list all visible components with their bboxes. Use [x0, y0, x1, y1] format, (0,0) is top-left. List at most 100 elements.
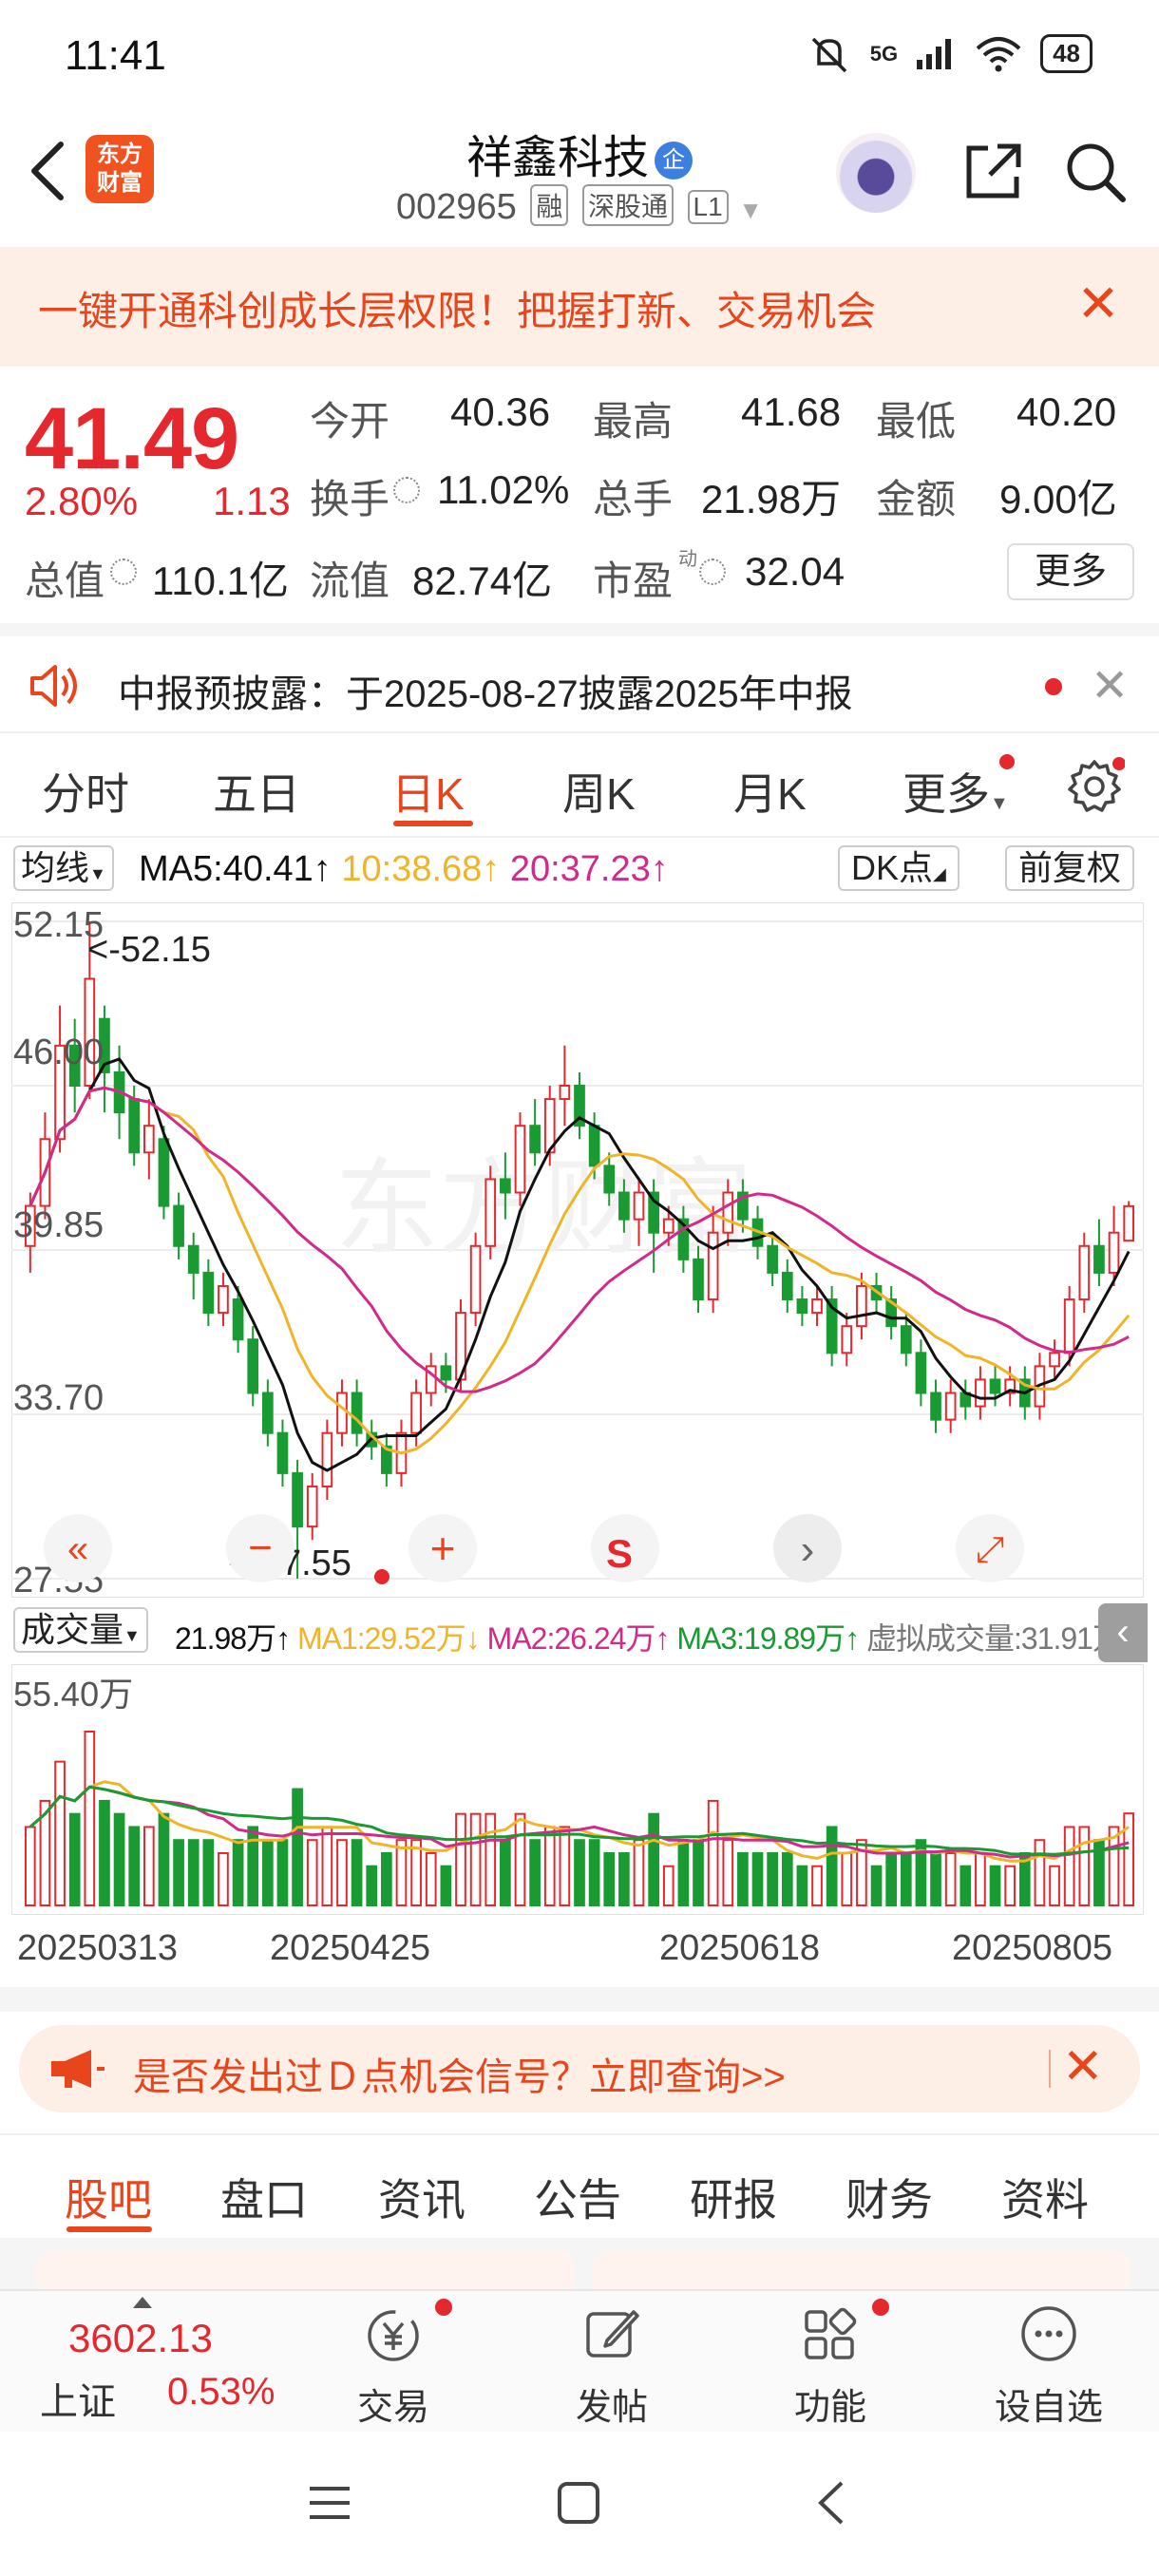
- index-name: 上证: [40, 2381, 116, 2423]
- volume-bar: [158, 1812, 170, 1906]
- candle-body: [781, 1271, 793, 1301]
- info-icon[interactable]: [393, 477, 420, 503]
- volume-bar: [484, 1812, 497, 1906]
- candle-body: [1123, 1204, 1135, 1242]
- kline-chart[interactable]: 东方财富 52.15 46.00 39.85 33.70 27.55 <-52.…: [11, 902, 1144, 1598]
- tab-daily-k[interactable]: 日K: [391, 760, 465, 823]
- tab-announcements[interactable]: 公告: [534, 2166, 621, 2228]
- more-button[interactable]: 更多: [1007, 543, 1134, 600]
- volume-bar: [142, 1826, 155, 1906]
- assistant-robot-icon[interactable]: [836, 133, 916, 213]
- volume-bar: [173, 1839, 184, 1906]
- volume-bar: [1034, 1839, 1046, 1906]
- share-icon[interactable]: [960, 139, 1026, 205]
- candle-body: [693, 1258, 704, 1301]
- volume-selector-label: 成交量: [21, 1610, 124, 1649]
- volume-value: 21.98万: [701, 477, 842, 521]
- tab-intraday[interactable]: 分时: [42, 760, 129, 823]
- volume-bar: [588, 1839, 600, 1906]
- tab-more[interactable]: 更多▼: [902, 760, 1009, 823]
- edit-icon: [586, 2310, 639, 2358]
- ma-selector[interactable]: 均线▼: [13, 845, 114, 891]
- promo-banner[interactable]: 一键开通科创成长层权限！把握打新、交易机会 ✕: [0, 247, 1159, 367]
- search-icon[interactable]: [1062, 139, 1129, 205]
- close-icon[interactable]: ✕: [1062, 2038, 1104, 2095]
- candle-body: [261, 1392, 274, 1434]
- gear-icon[interactable]: [1064, 756, 1125, 817]
- dpoint-banner[interactable]: 是否发出过Ｄ点机会信号？立即查询>> ✕: [19, 2025, 1140, 2112]
- volume-bar: [707, 1799, 719, 1906]
- volume-bar: [975, 1851, 986, 1906]
- volume-max-label: 55.40万: [13, 1675, 133, 1714]
- back-nav-icon[interactable]: [808, 2479, 855, 2527]
- nav-add-watchlist[interactable]: 设自选: [973, 2301, 1125, 2430]
- chevron-down-icon: ▼: [124, 1626, 141, 1645]
- volume-bar: [202, 1839, 215, 1906]
- info-icon[interactable]: [110, 559, 137, 585]
- candle-body: [410, 1392, 422, 1434]
- notice-bar[interactable]: 中报预披露：于2025-08-27披露2025年中报 ✕: [0, 623, 1159, 733]
- menu-icon[interactable]: [306, 2479, 353, 2527]
- tag-connect: 深股通: [581, 184, 674, 226]
- candle-body: [930, 1392, 941, 1421]
- chevron-down-icon[interactable]: ▼: [738, 196, 763, 224]
- tab-five-day[interactable]: 五日: [213, 760, 300, 823]
- tab-monthly-k[interactable]: 月K: [733, 760, 807, 823]
- candle-body: [944, 1392, 957, 1421]
- volume-bar: [425, 1851, 437, 1906]
- volume-chart[interactable]: 55.40万: [11, 1664, 1144, 1915]
- float-label: 流值: [310, 559, 390, 603]
- tab-profile[interactable]: 资料: [1001, 2166, 1089, 2228]
- volume-bar: [559, 1826, 571, 1906]
- volume-bar: [99, 1799, 110, 1906]
- mktcap-value: 110.1亿: [152, 559, 289, 603]
- candle-body: [900, 1325, 912, 1354]
- volume-label: 总手: [593, 477, 674, 521]
- collapse-icon[interactable]: ‹: [1098, 1603, 1148, 1662]
- candle-body: [662, 1218, 674, 1234]
- candle-body: [306, 1485, 318, 1528]
- more-circle-icon: [1021, 2306, 1076, 2361]
- status-bar: 11:41 5G 48: [0, 0, 1159, 114]
- ma20-value: 20:37.23↑: [509, 849, 669, 889]
- volume-bar: [24, 1826, 36, 1906]
- volume-bar: [218, 1851, 229, 1906]
- dk-point-button[interactable]: DK点◢: [838, 845, 960, 891]
- volume-bar: [54, 1760, 66, 1906]
- adjust-button[interactable]: 前复权: [1005, 845, 1135, 891]
- home-icon[interactable]: [555, 2479, 602, 2527]
- tab-pankou[interactable]: 盘口: [220, 2166, 308, 2228]
- ma-selector-label: 均线: [21, 848, 90, 887]
- close-icon[interactable]: ✕: [1070, 275, 1127, 332]
- tab-research[interactable]: 研报: [690, 2166, 777, 2228]
- index-value[interactable]: 3602.13: [68, 2316, 213, 2361]
- info-icon[interactable]: [699, 559, 726, 585]
- volume-indicator-selector[interactable]: 成交量▼: [13, 1607, 148, 1653]
- tab-guba[interactable]: 股吧: [65, 2166, 152, 2228]
- tab-weekly-k[interactable]: 周K: [562, 760, 636, 823]
- virtual-volume: 虚拟成交量:31.91万: [866, 1621, 1123, 1656]
- volume-values: 21.98万↑ MA1:29.52万↓ MA2:26.24万↑ MA3:19.8…: [175, 1615, 1123, 1658]
- status-icons: 5G 48: [806, 34, 1092, 73]
- candle-body: [1049, 1352, 1060, 1368]
- zoom-in-glyph: +: [430, 1524, 456, 1573]
- volume-bar: [796, 1865, 808, 1906]
- volume-current: 21.98万↑: [175, 1621, 291, 1656]
- tab-news[interactable]: 资讯: [378, 2166, 466, 2228]
- nav-functions[interactable]: 功能: [754, 2301, 906, 2430]
- tab-finance[interactable]: 财务: [846, 2166, 933, 2228]
- open-value: 40.36: [450, 389, 551, 434]
- bottom-nav: 3602.13 上证 0.53% 交易 发帖 功能 设自选: [0, 2289, 1159, 2432]
- volume-bar: [1078, 1826, 1091, 1906]
- volume-bar: [514, 1812, 526, 1906]
- close-icon[interactable]: ✕: [1091, 659, 1129, 712]
- high-label: 最高: [593, 399, 674, 444]
- status-time: 11:41: [65, 32, 166, 79]
- candle-body: [796, 1298, 808, 1315]
- volume-bar: [84, 1731, 96, 1906]
- unread-dot: [872, 2299, 889, 2316]
- tab-more-label: 更多: [902, 769, 990, 819]
- nav-trade[interactable]: 交易: [317, 2301, 469, 2430]
- nav-post[interactable]: 发帖: [536, 2301, 688, 2430]
- ma10-value: 10:38.68↑: [341, 849, 501, 889]
